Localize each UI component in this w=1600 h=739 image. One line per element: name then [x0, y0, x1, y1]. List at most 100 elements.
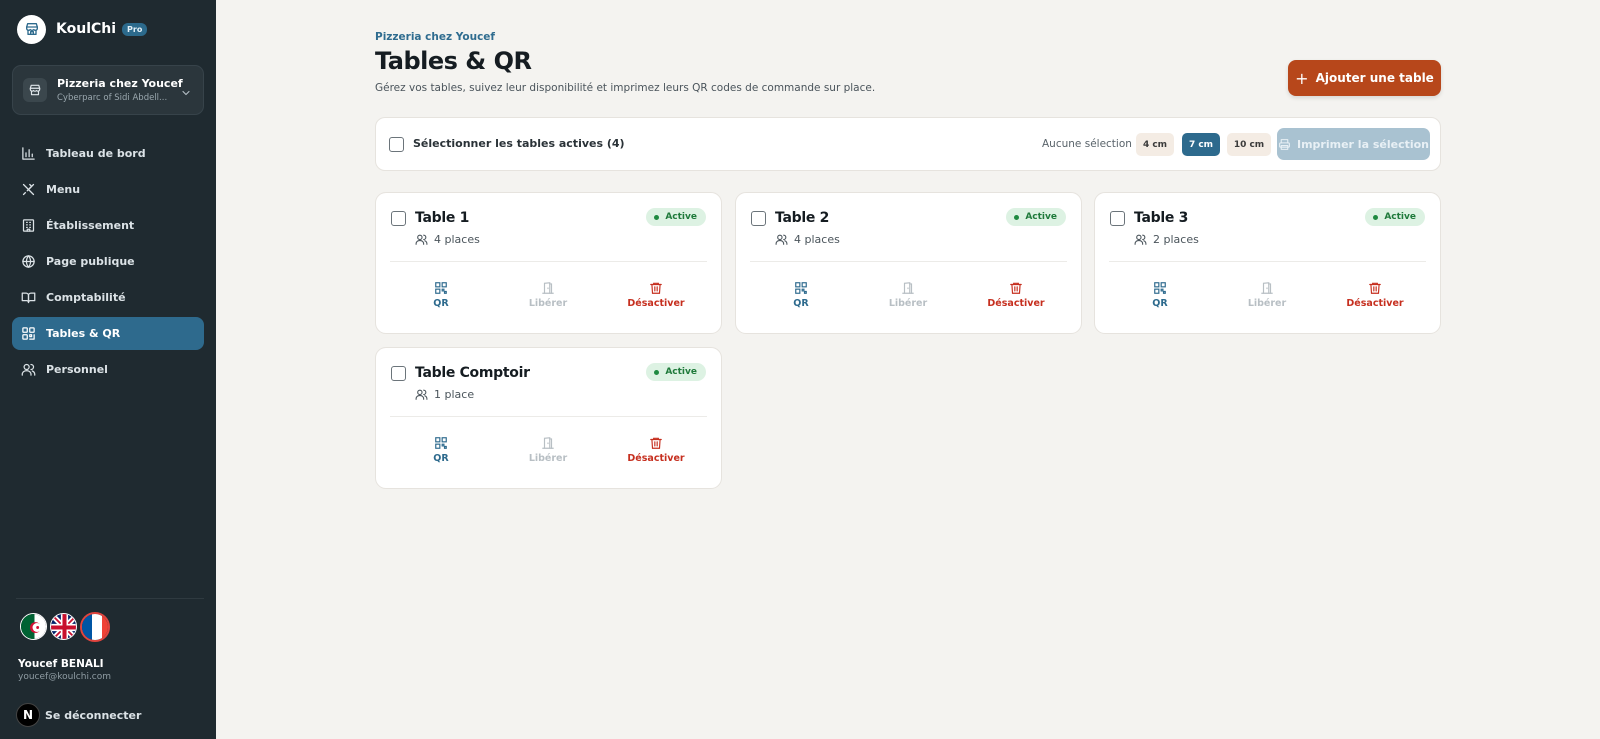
utensils-icon	[22, 183, 35, 196]
deactivate-label: Désactiver	[1346, 298, 1404, 309]
status-dot-icon	[1373, 214, 1379, 220]
card-divider	[1109, 261, 1426, 262]
table-card: Table 2 Active 4 places QR Libérer Désac…	[735, 192, 1082, 334]
free-label: Libérer	[888, 298, 928, 309]
logout-button[interactable]: N Se déconnecter	[16, 703, 141, 727]
avatar: N	[16, 703, 40, 727]
qr-button[interactable]: QR	[396, 281, 486, 309]
status-dot-icon	[654, 369, 660, 375]
page-title: Tables & QR	[375, 47, 532, 75]
breadcrumb[interactable]: Pizzeria chez Youcef	[375, 31, 495, 43]
free-table-button[interactable]: Libérer	[503, 281, 593, 309]
book-icon	[21, 292, 36, 304]
table-select-checkbox[interactable]	[751, 211, 766, 226]
chart-bar-icon	[22, 147, 35, 160]
users-icon	[415, 389, 428, 400]
globe-icon	[22, 255, 35, 268]
users-icon	[775, 234, 788, 245]
table-seats: 4 places	[434, 233, 480, 246]
select-active-tables-checkbox[interactable]	[389, 137, 404, 152]
sidebar-item-menu[interactable]: Menu	[12, 173, 204, 206]
door-icon	[542, 437, 554, 449]
card-divider	[390, 416, 707, 417]
printer-icon	[1279, 138, 1290, 150]
status-dot-icon	[654, 214, 660, 220]
table-card: Table 3 Active 2 places QR Libérer Désac…	[1094, 192, 1441, 334]
table-seats: 2 places	[1153, 233, 1199, 246]
sidebar-item-accounting[interactable]: Comptabilité	[12, 281, 204, 314]
free-label: Libérer	[1247, 298, 1287, 309]
status-badge: Active	[646, 208, 706, 226]
qr-label: QR	[793, 298, 809, 309]
sidebar-item-establishment[interactable]: Établissement	[12, 209, 204, 242]
sidebar-item-public-page[interactable]: Page publique	[12, 245, 204, 278]
sidebar-item-label: Menu	[46, 183, 81, 196]
plan-badge: Pro	[122, 22, 148, 36]
door-icon	[1261, 282, 1273, 294]
free-table-button[interactable]: Libérer	[1222, 281, 1312, 309]
users-icon	[415, 234, 428, 245]
qr-label: QR	[1152, 298, 1168, 309]
qr-button[interactable]: QR	[396, 436, 486, 464]
organization-address: Cyberparc of Sidi Abdell...	[57, 93, 168, 103]
trash-icon	[1369, 282, 1381, 294]
qr-code-icon	[795, 282, 807, 294]
qr-code-icon	[435, 282, 447, 294]
add-table-label: Ajouter une table	[1315, 71, 1434, 85]
door-icon	[542, 282, 554, 294]
size-option-10cm[interactable]: 10 cm	[1227, 133, 1271, 156]
selection-status: Aucune sélection	[1042, 138, 1132, 150]
sidebar-divider	[16, 598, 204, 599]
deactivate-button[interactable]: Désactiver	[971, 281, 1061, 309]
free-table-button[interactable]: Libérer	[503, 436, 593, 464]
select-active-tables-label[interactable]: Sélectionner les tables actives (4)	[413, 137, 625, 150]
flag-france-icon[interactable]	[80, 611, 110, 642]
status-label: Active	[665, 367, 697, 377]
print-selection-button[interactable]: Imprimer la sélection	[1277, 128, 1430, 160]
free-table-button[interactable]: Libérer	[863, 281, 953, 309]
deactivate-button[interactable]: Désactiver	[1330, 281, 1420, 309]
language-switcher	[20, 611, 113, 642]
sidebar-item-label: Tables & QR	[46, 327, 121, 340]
table-card: Table Comptoir Active 1 place QR Libérer…	[375, 347, 722, 489]
flag-algeria-icon[interactable]	[20, 613, 47, 640]
user-email: youcef@koulchi.com	[18, 672, 112, 682]
deactivate-button[interactable]: Désactiver	[611, 436, 701, 464]
table-name: Table 2	[775, 210, 830, 226]
sidebar-item-staff[interactable]: Personnel	[12, 353, 204, 386]
status-label: Active	[665, 212, 697, 222]
table-select-checkbox[interactable]	[1110, 211, 1125, 226]
flag-uk-icon[interactable]	[50, 613, 77, 640]
store-icon	[17, 14, 46, 44]
sidebar: KoulChi Pro Pizzeria chez Youcef Cyberpa…	[0, 0, 216, 739]
qr-label: QR	[433, 298, 449, 309]
qr-button[interactable]: QR	[1115, 281, 1205, 309]
building-icon	[22, 219, 35, 232]
table-select-checkbox[interactable]	[391, 211, 406, 226]
card-divider	[390, 261, 707, 262]
table-seats: 4 places	[794, 233, 840, 246]
trash-icon	[650, 282, 662, 294]
qr-grid-icon	[22, 327, 35, 340]
status-label: Active	[1384, 212, 1416, 222]
sidebar-item-dashboard[interactable]: Tableau de bord	[12, 137, 204, 170]
add-table-button[interactable]: + Ajouter une table	[1288, 60, 1441, 96]
deactivate-button[interactable]: Désactiver	[611, 281, 701, 309]
size-option-7cm[interactable]: 7 cm	[1182, 133, 1220, 156]
table-seats: 1 place	[434, 388, 475, 401]
qr-button[interactable]: QR	[756, 281, 846, 309]
sidebar-item-tables-qr[interactable]: Tables & QR	[12, 317, 204, 350]
table-select-checkbox[interactable]	[391, 366, 406, 381]
trash-icon	[650, 437, 662, 449]
free-label: Libérer	[528, 298, 568, 309]
deactivate-label: Désactiver	[627, 453, 685, 464]
status-badge: Active	[1365, 208, 1425, 226]
user-name: Youcef BENALI	[18, 658, 104, 670]
size-option-4cm[interactable]: 4 cm	[1136, 133, 1174, 156]
organization-name: Pizzeria chez Youcef	[57, 77, 183, 90]
chevron-down-icon	[180, 84, 192, 103]
organization-switcher[interactable]: Pizzeria chez Youcef Cyberparc of Sidi A…	[12, 65, 204, 115]
sidebar-item-label: Personnel	[46, 363, 108, 376]
brand[interactable]: KoulChi Pro	[17, 14, 148, 44]
table-name: Table 1	[415, 210, 470, 226]
